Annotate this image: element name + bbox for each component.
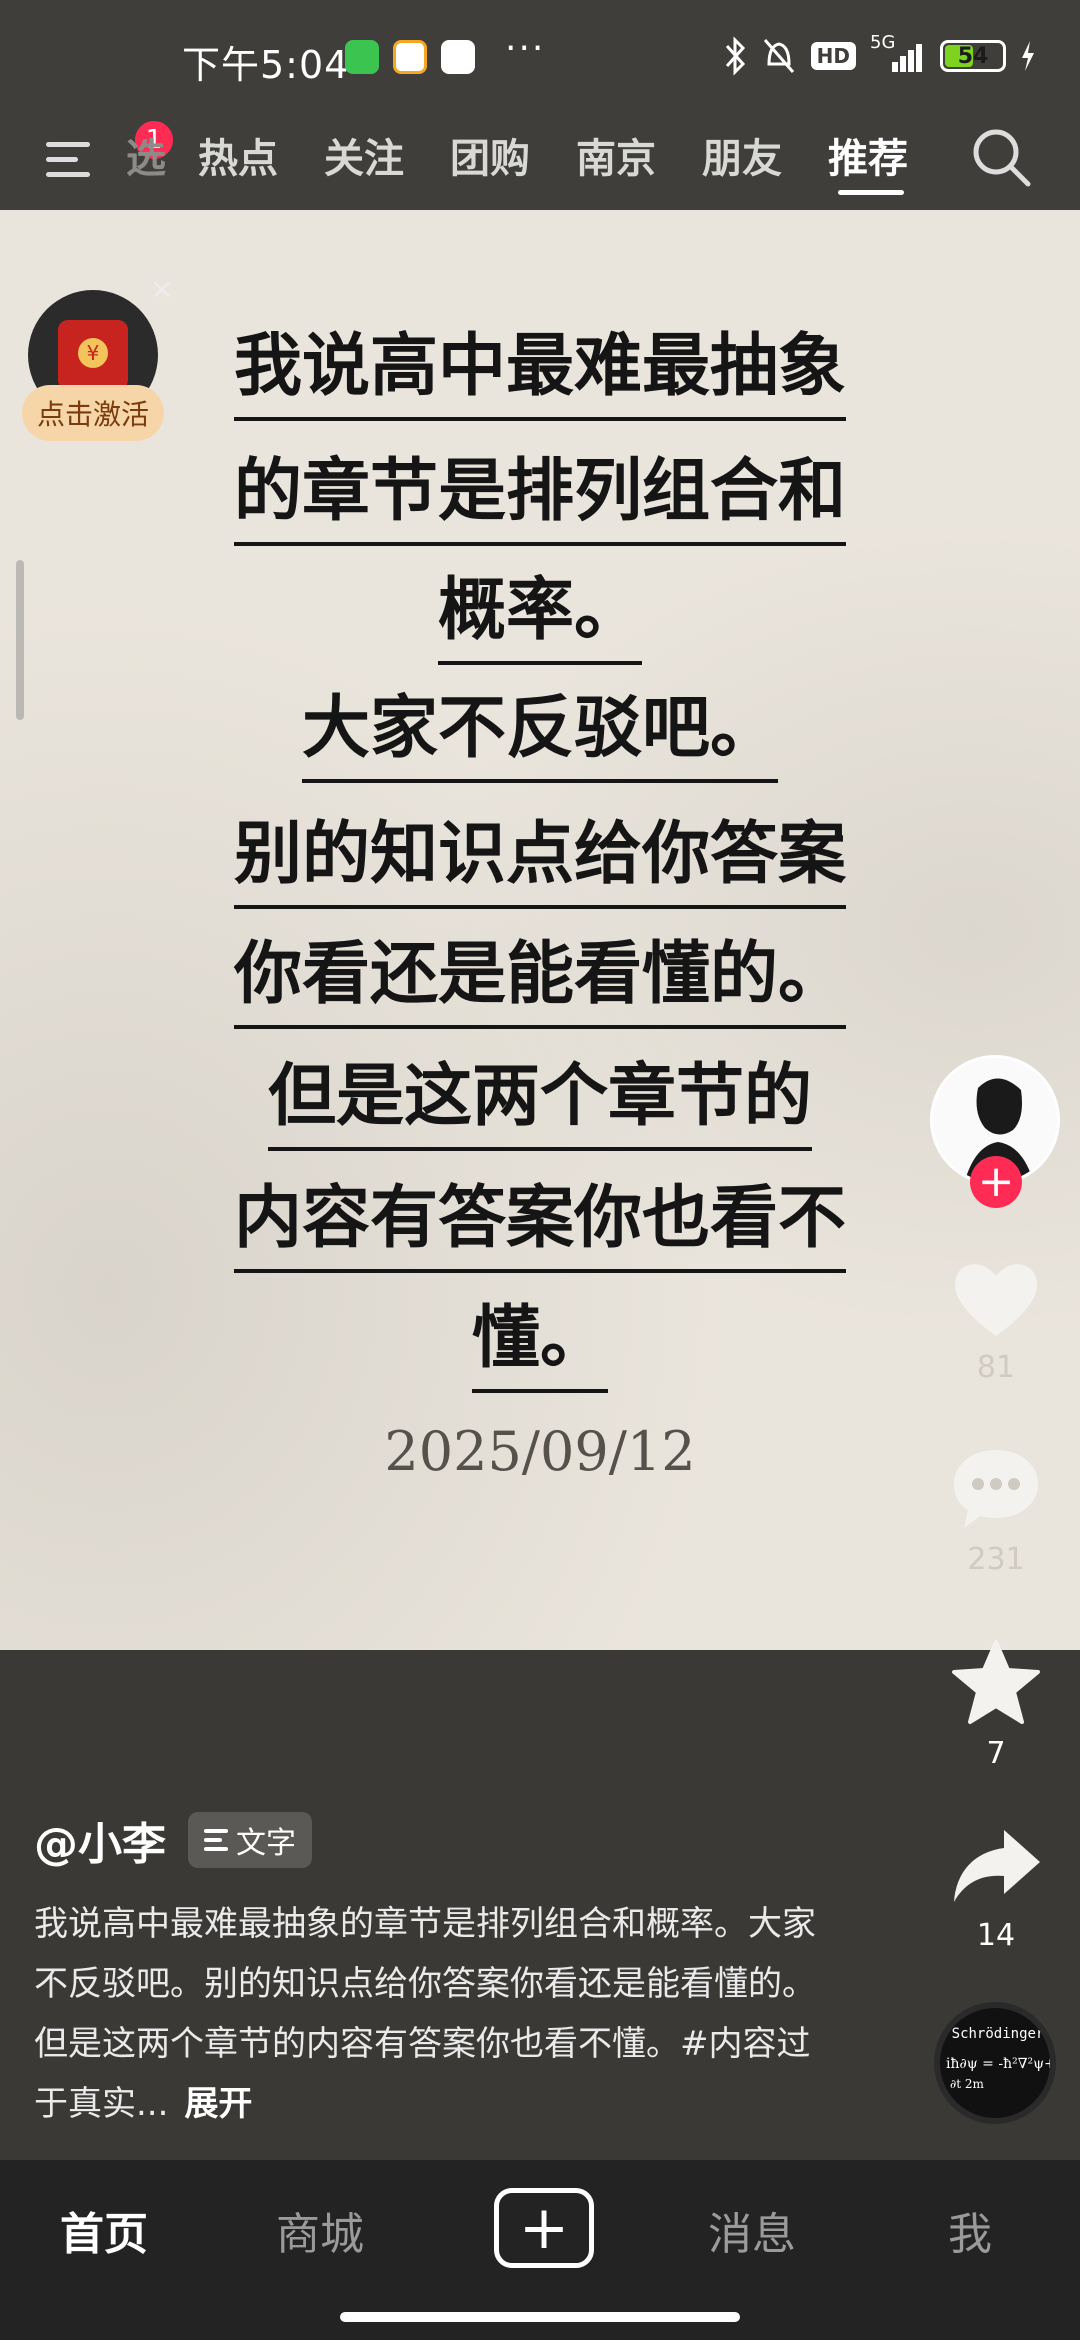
comment-button[interactable]: 231: [940, 1444, 1052, 1577]
battery-level: 54: [957, 43, 989, 69]
post-type-label: 文字: [236, 1826, 296, 1861]
post-line: 的章节是排列组合和: [0, 435, 1080, 546]
top-nav: 1 选 热点 关注 团购 南京 朋友 推荐: [0, 110, 1080, 210]
post-image[interactable]: 我说高中最难最抽象 的章节是排列组合和 概率。 大家不反驳吧。 别的知识点给你答…: [0, 210, 1080, 1650]
like-count: 81: [976, 1350, 1016, 1385]
tab-hot[interactable]: 热点: [198, 126, 278, 184]
charging-icon: [1022, 41, 1034, 71]
star-icon: [952, 1640, 1040, 1724]
caption-text: 我说高中最难最抽象的章节是排列组合和概率。大家不反驳吧。别的知识点给你答案你看还…: [34, 1904, 816, 2124]
bottom-tab-bar: 首页 商城 + 消息 我: [0, 2160, 1080, 2340]
tab-home[interactable]: 首页: [60, 2198, 148, 2262]
tab-recommended[interactable]: 推荐: [828, 126, 908, 184]
author-row: @小李 文字: [34, 1808, 834, 1872]
home-indicator: [340, 2312, 740, 2322]
active-tab-indicator: [838, 190, 904, 195]
tab-group-buy[interactable]: 团购: [450, 126, 530, 184]
like-button[interactable]: 81: [940, 1256, 1052, 1385]
status-bar: 下午5:04 ··· HD 5G 54: [0, 0, 1080, 110]
svg-text:∂t 2m: ∂t 2m: [950, 2077, 984, 2091]
more-notifications-icon: ···: [505, 28, 546, 69]
red-packet-activate-label[interactable]: 点击激活: [22, 385, 164, 441]
follow-button[interactable]: +: [970, 1156, 1022, 1208]
post-type-chip[interactable]: 文字: [188, 1812, 312, 1868]
hd-badge: HD: [810, 42, 856, 70]
red-packet-close-icon[interactable]: ×: [150, 272, 173, 305]
network-label: 5G: [870, 32, 896, 53]
caption-text-block[interactable]: 我说高中最难最抽象的章节是排列组合和概率。大家不反驳吧。别的知识点给你答案你看还…: [34, 1894, 834, 2134]
post-caption: @小李 文字 我说高中最难最抽象的章节是排列组合和概率。大家不反驳吧。别的知识点…: [34, 1808, 834, 2134]
post-line: 你看还是能看懂的。: [0, 918, 1080, 1029]
tab-nanjing[interactable]: 南京: [576, 126, 656, 184]
red-envelope-icon: ¥: [58, 320, 128, 390]
share-button[interactable]: 14: [940, 1824, 1052, 1953]
create-post-button[interactable]: +: [494, 2188, 594, 2268]
favorite-count: 7: [986, 1736, 1006, 1771]
coin-icon: ¥: [78, 338, 108, 368]
music-disc-title: Schrödinger: [951, 2026, 1045, 2042]
tab-following[interactable]: 关注: [324, 126, 404, 184]
music-disc[interactable]: Schrödinger iħ∂ψ = -ħ²∇²ψ+V ∂t 2m: [934, 2002, 1056, 2124]
status-right-group: HD 5G 54: [723, 32, 1036, 76]
comment-icon: [954, 1450, 1038, 1528]
search-icon[interactable]: [966, 122, 1036, 192]
side-menu-button[interactable]: 1: [42, 118, 176, 190]
post-date: 2025/09/12: [384, 1420, 696, 1483]
tab-me[interactable]: 我: [948, 2198, 992, 2262]
58-app-icon: [393, 40, 427, 74]
wechat-icon: [345, 40, 379, 74]
post-line: 但是这两个章节的: [0, 1040, 1080, 1151]
equation-art-icon: iħ∂ψ = -ħ²∇²ψ+V ∂t 2m: [946, 2056, 1050, 2091]
battery-icon: 54: [940, 40, 1006, 72]
tab-friends[interactable]: 朋友: [702, 126, 782, 184]
svg-text:iħ∂ψ = -ħ²∇²ψ+V: iħ∂ψ = -ħ²∇²ψ+V: [946, 2056, 1050, 2072]
share-count: 14: [976, 1918, 1016, 1953]
comment-count: 231: [967, 1542, 1025, 1577]
post-line: 大家不反驳吧。: [0, 672, 1080, 783]
mute-icon: [763, 39, 794, 73]
text-lines-icon: [204, 1829, 228, 1851]
post-line: 别的知识点给你答案: [0, 798, 1080, 909]
tab-partial[interactable]: 选: [126, 126, 166, 184]
expand-caption-button[interactable]: 展开: [184, 2084, 252, 2124]
favorite-button[interactable]: 7: [940, 1638, 1052, 1771]
tab-mall[interactable]: 商城: [276, 2198, 364, 2262]
author-name[interactable]: @小李: [34, 1808, 166, 1872]
share-arrow-icon: [954, 1830, 1040, 1902]
bluetooth-icon: [725, 36, 745, 76]
post-line: 懂。: [0, 1282, 1080, 1393]
post-line: 概率。: [0, 554, 1080, 665]
signal-icon: 5G: [870, 32, 926, 76]
tab-messages[interactable]: 消息: [708, 2198, 796, 2262]
status-time: 下午5:04: [182, 43, 350, 87]
post-line: 内容有答案你也看不: [0, 1162, 1080, 1273]
cloud-app-icon: [441, 40, 475, 74]
heart-icon: [955, 1264, 1037, 1336]
